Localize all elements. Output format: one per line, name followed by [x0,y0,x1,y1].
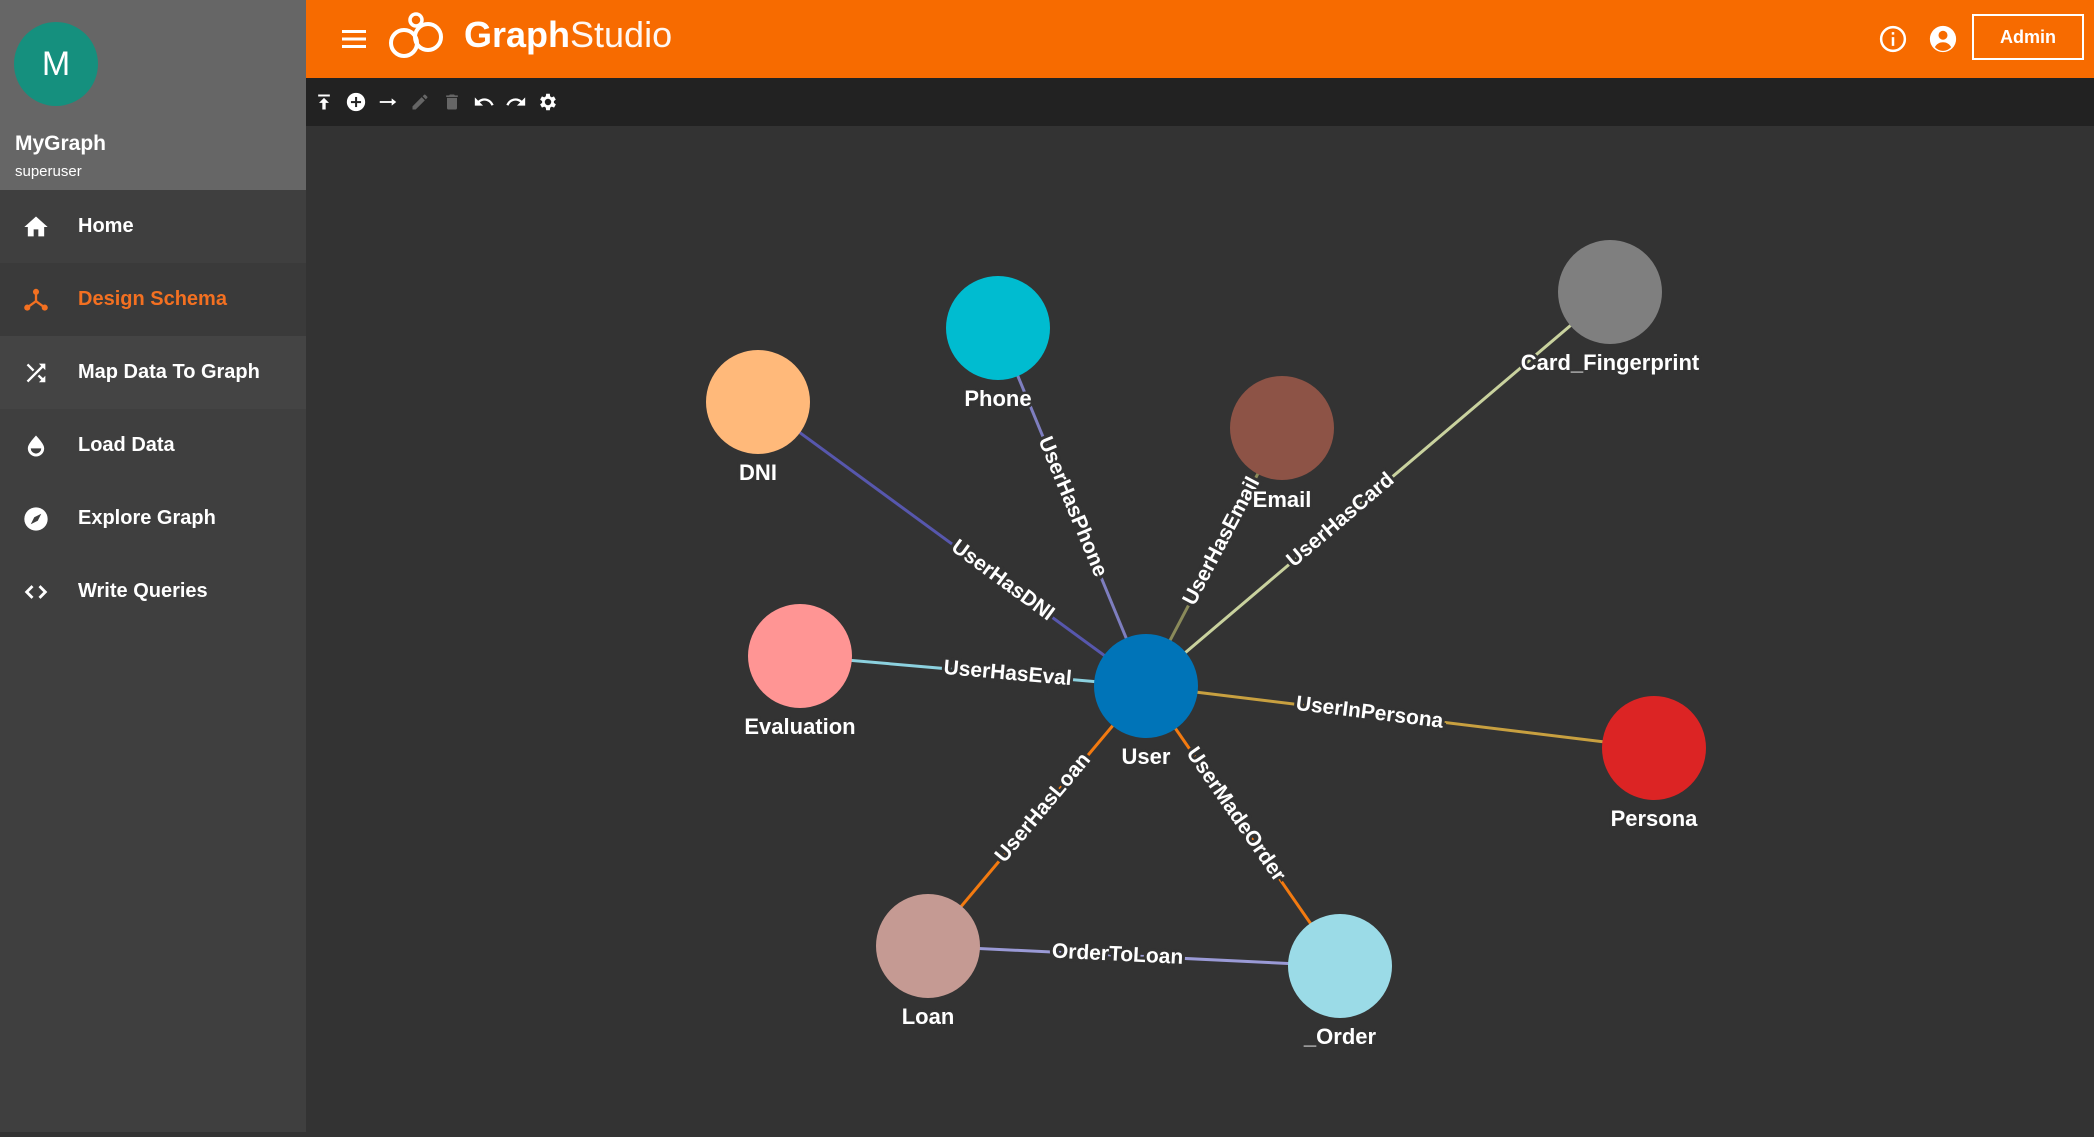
sidebar-item-label: Load Data [78,434,175,456]
upload-icon[interactable] [310,88,338,116]
vertex-label: Loan [902,1004,955,1029]
vertex-user[interactable]: User [1094,634,1198,772]
schema-graph[interactable]: UserHasDNIUserHasPhone UserHasEmail UserHa… [306,126,2094,1132]
settings-icon[interactable] [534,88,562,116]
vertex-label: Phone [964,386,1031,411]
sidebar-item-write-queries[interactable]: Write Queries [0,555,306,628]
edge-label[interactable]: UserInPersona [1292,689,1448,736]
vertex-circle[interactable] [1288,914,1392,1018]
vertex-dni[interactable]: DNI [706,350,810,488]
account-icon[interactable] [1928,24,1958,54]
vertex-label: User [1122,744,1171,769]
menu-icon[interactable] [340,26,368,52]
vertex-label: Card_Fingerprint [1521,350,1700,375]
edge-ordertoloan[interactable]: OrderToLoan [927,937,1341,972]
sidebar-item-design-schema[interactable]: Design Schema [0,263,306,336]
vertex-label: Email [1253,487,1312,512]
compass-icon [18,501,54,537]
edit-icon[interactable] [406,88,434,116]
vertex-label: Persona [1611,806,1699,831]
sidebar: M MyGraph superuser Home Design Schema M… [0,0,306,1132]
schema-canvas[interactable]: UserHasDNI UserHasPhone UserHasEmail UserHa… [306,126,2094,1132]
sidebar-item-explore-graph[interactable]: Explore Graph [0,482,306,555]
vertex-label: DNI [739,460,777,485]
app-title: GraphStudio [464,14,672,56]
sidebar-item-label: Explore Graph [78,507,216,529]
vertex-label: Evaluation [744,714,855,739]
app-title-light: Studio [570,14,673,55]
vertex-label: _Order [1303,1024,1377,1049]
schema-toolbar [306,78,2094,126]
edge-label[interactable]: UserHasPhone [1031,430,1115,583]
vertex-persona[interactable]: Persona [1602,696,1706,834]
sidebar-item-map-data-to-graph[interactable]: Map Data To Graph [0,336,306,409]
edge-userinpersona[interactable]: UserInPersona [1145,684,1655,750]
sidebar-item-label: Home [78,215,134,237]
vertex-phone[interactable]: Phone [946,276,1050,414]
edge-label[interactable]: OrderToLoan [1048,937,1186,972]
sidebar-item-load-data[interactable]: Load Data [0,409,306,482]
vertex-circle[interactable] [706,350,810,454]
sidebar-nav: Home Design Schema Map Data To Graph Loa… [0,190,306,628]
add-edge-icon[interactable] [374,88,402,116]
graphstudio-logo-icon [386,12,448,64]
home-icon [18,209,54,245]
vertex-circle[interactable] [748,604,852,708]
vertex-circle[interactable] [1230,376,1334,480]
delete-icon[interactable] [438,88,466,116]
admin-button[interactable]: Admin [1972,14,2084,60]
vertex-circle[interactable] [1094,634,1198,738]
sidebar-item-label: Map Data To Graph [78,361,260,383]
user-role: superuser [15,163,82,180]
vertex-circle[interactable] [946,276,1050,380]
vertex-circle[interactable] [1602,696,1706,800]
info-icon[interactable] [1878,24,1908,54]
edge-label[interactable]: UserHasEmail [1175,470,1267,612]
vertex-evaluation[interactable]: Evaluation [742,604,858,742]
sidebar-item-home[interactable]: Home [0,190,306,263]
sidebar-item-label: Write Queries [78,580,208,602]
vertex-card-fingerprint[interactable]: Card_Fingerprint [1518,240,1702,378]
graph-name: MyGraph [15,132,107,155]
schema-icon [18,282,54,318]
profile-panel: M MyGraph superuser [0,0,306,190]
code-icon [18,574,54,610]
redo-icon[interactable] [502,88,530,116]
app-header: GraphStudio Admin [306,0,2094,78]
vertex-circle[interactable] [1558,240,1662,344]
edge-label[interactable]: UserHasEval [940,653,1076,693]
add-vertex-icon[interactable] [342,88,370,116]
edge-label[interactable]: UserMadeOrder [1179,740,1294,889]
drop-icon [18,428,54,464]
shuffle-icon [18,355,54,391]
edge-label[interactable]: UserHasLoan [987,745,1098,869]
sidebar-item-label: Design Schema [78,288,227,310]
vertex-loan[interactable]: Loan [876,894,980,1032]
vertex--order[interactable]: _Order [1288,914,1392,1052]
app-title-bold: Graph [464,14,571,55]
edge-label[interactable]: UserHasDNI [944,532,1062,628]
undo-icon[interactable] [470,88,498,116]
avatar[interactable]: M [14,22,98,106]
edge-label[interactable]: UserHasCard [1279,465,1401,575]
vertex-circle[interactable] [876,894,980,998]
